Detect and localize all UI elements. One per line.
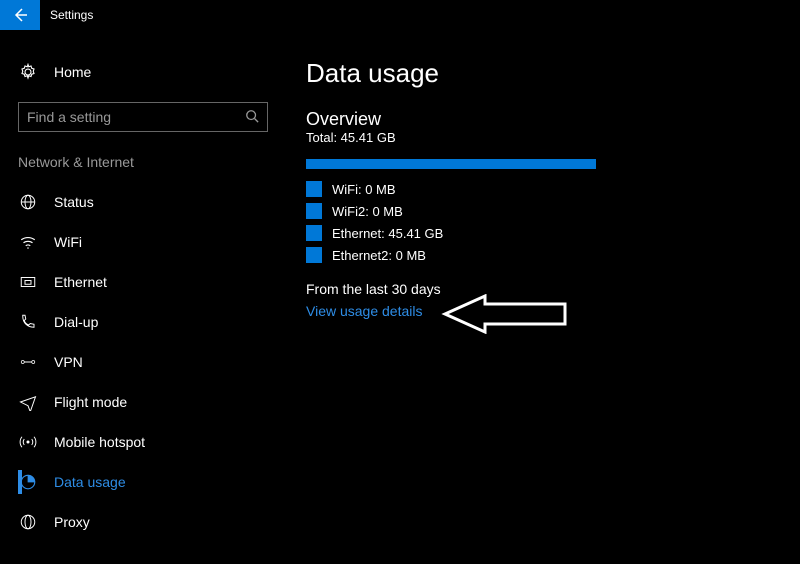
sidebar-item-label: Dial-up: [54, 314, 98, 330]
legend-label: Ethernet2: 0 MB: [332, 248, 426, 263]
total-text: Total: 45.41 GB: [306, 130, 800, 145]
window-title: Settings: [50, 8, 93, 22]
sidebar-item-dialup[interactable]: Dial-up: [18, 302, 300, 342]
sidebar-home[interactable]: Home: [18, 52, 300, 92]
sidebar-item-hotspot[interactable]: Mobile hotspot: [18, 422, 300, 462]
proxy-icon: [18, 513, 38, 531]
gear-icon: [18, 63, 38, 81]
sidebar-item-label: Mobile hotspot: [54, 434, 145, 450]
sidebar-item-ethernet[interactable]: Ethernet: [18, 262, 300, 302]
ethernet-icon: [18, 273, 38, 291]
hotspot-icon: [18, 433, 38, 451]
legend-label: WiFi: 0 MB: [332, 182, 396, 197]
sidebar-item-label: Ethernet: [54, 274, 107, 290]
sidebar-item-label: Status: [54, 194, 94, 210]
legend-swatch: [306, 225, 322, 241]
legend-row-wifi2: WiFi2: 0 MB: [306, 203, 800, 219]
legend-row-ethernet: Ethernet: 45.41 GB: [306, 225, 800, 241]
usage-bar: [306, 159, 596, 169]
legend-label: Ethernet: 45.41 GB: [332, 226, 443, 241]
sidebar-item-label: VPN: [54, 354, 83, 370]
back-button[interactable]: [0, 0, 40, 30]
globe-icon: [18, 193, 38, 211]
arrow-left-icon: [12, 7, 28, 23]
legend-row-wifi: WiFi: 0 MB: [306, 181, 800, 197]
overview-heading: Overview: [306, 109, 800, 130]
sidebar-item-label: Flight mode: [54, 394, 127, 410]
legend-swatch: [306, 181, 322, 197]
airplane-icon: [18, 393, 38, 411]
sidebar-item-wifi[interactable]: WiFi: [18, 222, 300, 262]
data-usage-icon: [18, 473, 38, 491]
search-input[interactable]: [27, 109, 245, 125]
legend-swatch: [306, 203, 322, 219]
wifi-icon: [18, 233, 38, 251]
sidebar-item-proxy[interactable]: Proxy: [18, 502, 300, 542]
sidebar-item-flightmode[interactable]: Flight mode: [18, 382, 300, 422]
legend-label: WiFi2: 0 MB: [332, 204, 403, 219]
sidebar-item-datausage[interactable]: Data usage: [18, 462, 300, 502]
search-icon: [245, 109, 259, 126]
view-usage-details-link[interactable]: View usage details: [306, 303, 800, 319]
sidebar-item-label: WiFi: [54, 234, 82, 250]
titlebar: Settings: [0, 0, 800, 30]
sidebar-item-label: Proxy: [54, 514, 90, 530]
sidebar-section-header: Network & Internet: [18, 154, 300, 170]
main-content: Data usage Overview Total: 45.41 GB WiFi…: [300, 30, 800, 564]
sidebar-item-vpn[interactable]: VPN: [18, 342, 300, 382]
page-title: Data usage: [306, 58, 800, 89]
sidebar-item-status[interactable]: Status: [18, 182, 300, 222]
sidebar-item-label: Data usage: [54, 474, 126, 490]
phone-icon: [18, 313, 38, 331]
period-text: From the last 30 days: [306, 281, 800, 297]
search-box[interactable]: [18, 102, 268, 132]
legend-swatch: [306, 247, 322, 263]
legend-row-ethernet2: Ethernet2: 0 MB: [306, 247, 800, 263]
sidebar-home-label: Home: [54, 64, 91, 80]
sidebar: Home Network & Internet Status WiFi Ethe…: [0, 30, 300, 564]
vpn-icon: [18, 353, 38, 371]
